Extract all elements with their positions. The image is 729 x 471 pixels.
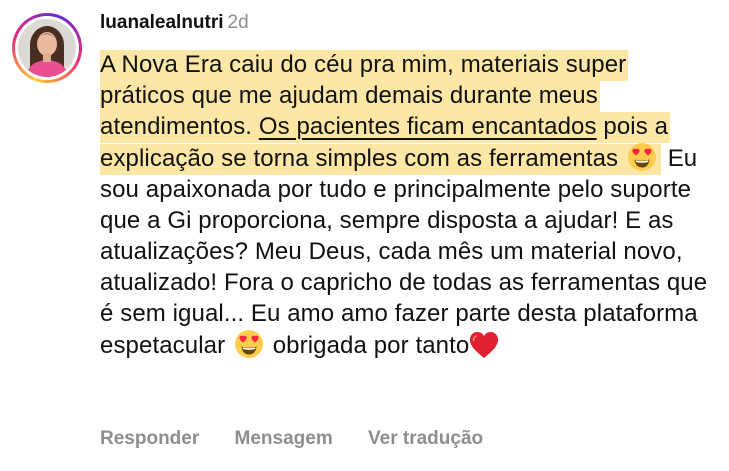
message-button[interactable]: Mensagem <box>235 427 333 451</box>
avatar-gap <box>15 16 79 80</box>
username[interactable]: luanalealnutri <box>100 12 224 33</box>
comment-actions: Responder Mensagem Ver tradução <box>100 427 513 451</box>
heart-eyes-emoji-icon <box>627 143 656 171</box>
heart-eyes-emoji-icon <box>234 330 263 358</box>
translate-button[interactable]: Ver tradução <box>368 427 483 451</box>
comment-text: A Nova Era caiu do céu pra mim, materiai… <box>100 49 712 361</box>
avatar-photo <box>18 19 76 77</box>
underlined-text: Os pacientes ficam encantados <box>258 113 597 140</box>
comment: luanalealnutri 2d A Nova Era caiu do céu … <box>100 10 712 361</box>
text-rest-part-1: Eu sou apaixonada por tudo e principalme… <box>100 145 708 359</box>
comment-meta: luanalealnutri 2d <box>100 10 712 36</box>
avatar[interactable] <box>18 19 76 77</box>
red-heart-emoji-icon <box>470 332 499 358</box>
comment-time: 2d <box>227 12 249 33</box>
reply-button[interactable]: Responder <box>100 427 199 451</box>
highlighted-text: A Nova Era caiu do céu pra mim, materiai… <box>100 50 671 175</box>
avatar-story-ring[interactable] <box>12 13 82 83</box>
text-rest-part-2: obrigada por tanto <box>265 332 470 359</box>
